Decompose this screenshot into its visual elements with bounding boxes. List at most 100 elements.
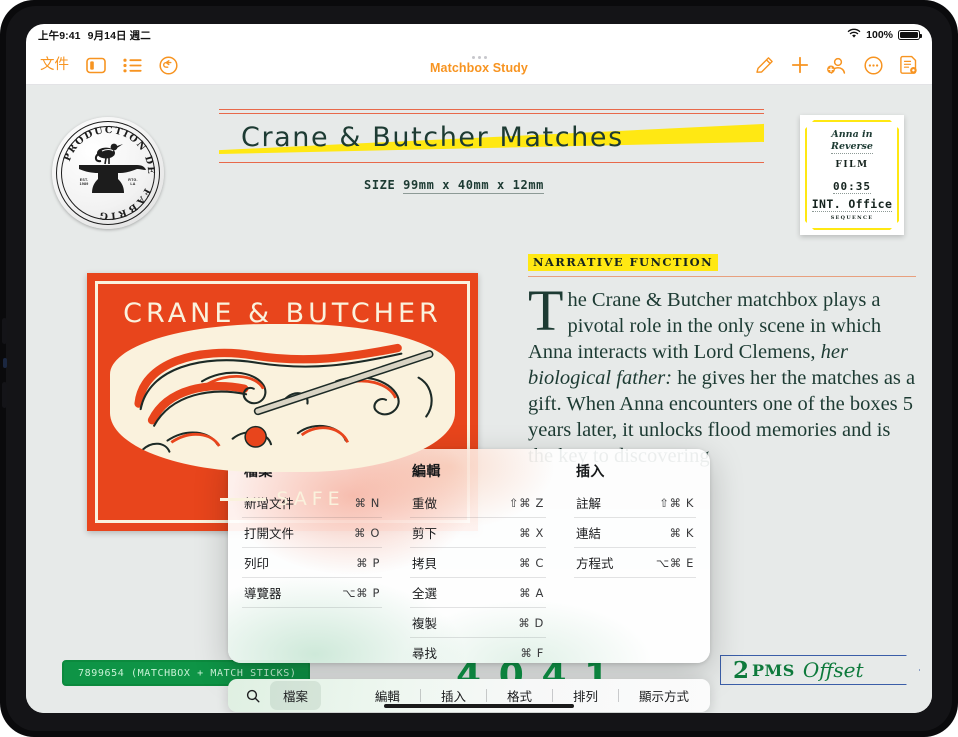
menu-item-open-document[interactable]: 打開文件 ⌘ O xyxy=(242,518,382,548)
toolbar-right-group xyxy=(754,55,932,75)
narrative-column[interactable]: NARRATIVE FUNCTION The Crane & Butcher m… xyxy=(528,253,916,469)
size-label: SIZE xyxy=(364,178,396,192)
menu-item-copy[interactable]: 拷貝 ⌘ C xyxy=(410,548,546,578)
window-grabber-icon[interactable] xyxy=(471,55,487,59)
menu-tab-file[interactable]: 檔案 xyxy=(270,681,322,710)
screen: 上午9:41 9月14日 週二 100% 文件 Matchbox Study P… xyxy=(26,24,932,713)
film-sequence-label: SEQUENCE xyxy=(830,214,874,221)
matchbox-safety-text: SAFE xyxy=(98,488,467,510)
menu-item-label: 全選 xyxy=(412,587,438,601)
menu-item-label: 導覽器 xyxy=(244,587,282,601)
menu-item-navigator[interactable]: 導覽器 ⌥⌘ P xyxy=(242,578,382,608)
top-toolbar: 文件 Matchbox Study xyxy=(26,46,932,84)
menu-column-title-insert: 插入 xyxy=(576,463,605,479)
ipad-device: 上午9:41 9月14日 週二 100% 文件 Matchbox Study P… xyxy=(0,0,958,737)
page-title[interactable]: Matchbox Study xyxy=(430,61,528,75)
menu-item-find[interactable]: 尋找 ⌘ F xyxy=(410,638,546,663)
matchbox-brand-text: CRANE & BUTCHER xyxy=(123,298,442,329)
documents-button[interactable]: 文件 xyxy=(40,58,69,73)
menu-item-label: 打開文件 xyxy=(244,527,295,541)
document-title-block: Crane & Butcher Matches xyxy=(219,102,764,166)
matchbox-flourish-illustration xyxy=(134,343,434,453)
list-icon[interactable] xyxy=(123,58,142,73)
menu-item-label: 複製 xyxy=(412,617,438,631)
battery-icon xyxy=(898,30,922,40)
menu-item-cut[interactable]: 剪下 ⌘ X xyxy=(410,518,546,548)
menu-item-label: 拷貝 xyxy=(412,557,438,571)
narrative-badge: NARRATIVE FUNCTION xyxy=(528,254,718,271)
menu-column-insert: 插入 註解 ⇧⌘ K 連結 ⌘ K 方程式 ⌥⌘ E xyxy=(560,461,710,663)
status-bar-left: 上午9:41 9月14日 週二 xyxy=(38,28,151,43)
menu-item-shortcut: ⌘ A xyxy=(519,585,544,600)
menu-divider xyxy=(419,689,421,702)
sim-tray xyxy=(3,358,7,368)
home-indicator[interactable] xyxy=(384,704,574,708)
status-bar-right: 100% xyxy=(847,28,922,42)
menu-item-label: 連結 xyxy=(576,527,602,541)
menu-item-print[interactable]: 列印 ⌘ P xyxy=(242,548,382,578)
menu-column-title-edit: 編輯 xyxy=(412,463,441,479)
insert-plus-icon[interactable] xyxy=(791,56,809,74)
film-label: FILM xyxy=(835,159,869,170)
pms-offset-word: Offset xyxy=(802,658,864,682)
menu-item-shortcut: ⇧⌘ Z xyxy=(508,495,544,510)
wifi-icon xyxy=(847,28,861,42)
comment-icon[interactable] xyxy=(864,55,883,75)
menu-item-shortcut: ⌘ P xyxy=(356,555,380,570)
menu-popup[interactable]: 檔案 新增文件 ⌘ N 打開文件 ⌘ O 列印 ⌘ P xyxy=(228,449,710,663)
sidebar-icon[interactable] xyxy=(86,57,106,74)
matchbox-oval-field xyxy=(110,324,455,472)
document-canvas[interactable]: PRODUCTION DESIGN FABRIG xyxy=(26,85,932,713)
menu-item-label: 尋找 xyxy=(412,647,438,661)
film-slate-card: Anna in Reverse FILM 00:35 INT. Office S… xyxy=(800,115,904,235)
document-options-icon[interactable] xyxy=(900,55,918,75)
document-headline[interactable]: Crane & Butcher Matches xyxy=(241,122,764,153)
collaborate-icon[interactable] xyxy=(826,56,847,75)
volume-down-button[interactable] xyxy=(2,382,7,408)
battery-percent: 100% xyxy=(866,29,893,41)
menu-tab-view[interactable]: 顯示方式 xyxy=(626,681,702,710)
menu-popup-columns: 檔案 新增文件 ⌘ N 打開文件 ⌘ O 列印 ⌘ P xyxy=(228,449,710,663)
status-time: 上午9:41 xyxy=(38,29,81,42)
pms-count: 2 xyxy=(733,656,750,684)
matchbox-label-artwork[interactable]: CRANE & BUTCHER SAFE xyxy=(87,273,478,531)
size-spec-line: SIZE 99mm x 40mm x 12mm xyxy=(364,178,544,194)
film-scene-slug: INT. Office xyxy=(811,196,893,211)
status-date: 9月14日 週二 xyxy=(87,29,151,42)
menu-item-link[interactable]: 連結 ⌘ K xyxy=(574,518,696,548)
film-slate-inner: Anna in Reverse FILM 00:35 INT. Office S… xyxy=(805,120,899,230)
narrative-paragraph: The Crane & Butcher matchbox plays a piv… xyxy=(528,278,916,469)
menu-divider xyxy=(485,689,487,702)
menu-item-shortcut: ⌘ O xyxy=(353,525,380,540)
status-bar: 上午9:41 9月14日 週二 100% xyxy=(26,24,932,46)
menu-item-shortcut: ⌥⌘ P xyxy=(342,585,380,600)
menu-item-label: 方程式 xyxy=(576,557,614,571)
size-value: 99mm x 40mm x 12mm xyxy=(403,178,544,194)
markup-pen-icon[interactable] xyxy=(754,55,774,75)
menu-item-comment[interactable]: 註解 ⇧⌘ K xyxy=(574,488,696,518)
undo-icon[interactable] xyxy=(159,55,178,75)
menu-item-select-all[interactable]: 全選 ⌘ A xyxy=(410,578,546,608)
title-rule-top-1 xyxy=(219,109,764,111)
pms-offset-badge: 2 PMS Offset xyxy=(720,655,920,685)
logo-est-mark: EST. 1989 xyxy=(79,178,89,186)
volume-up-button[interactable] xyxy=(2,318,7,344)
narrative-dropcap: T xyxy=(528,278,564,344)
title-rule-bottom xyxy=(219,162,764,164)
menu-item-shortcut: ⌘ X xyxy=(519,525,544,540)
production-design-logo: PRODUCTION DESIGN FABRIG xyxy=(52,117,164,229)
title-rule-top-2 xyxy=(219,112,764,114)
menu-item-shortcut: ⇧⌘ K xyxy=(659,495,694,510)
menu-item-label: 列印 xyxy=(244,557,270,571)
menu-item-shortcut: ⌘ K xyxy=(669,525,694,540)
menu-item-shortcut: ⌘ F xyxy=(520,645,544,660)
menu-item-shortcut: ⌘ D xyxy=(518,615,544,630)
search-icon[interactable] xyxy=(236,689,270,703)
film-timecode: 00:35 xyxy=(832,179,872,193)
menu-item-label: 剪下 xyxy=(412,527,438,541)
logo-artwork: PRODUCTION DESIGN FABRIG xyxy=(52,117,155,221)
menu-item-equation[interactable]: 方程式 ⌥⌘ E xyxy=(574,548,696,578)
menu-item-duplicate[interactable]: 複製 ⌘ D xyxy=(410,608,546,638)
toolbar-left-group: 文件 xyxy=(26,55,178,75)
narrative-rule xyxy=(528,276,916,278)
